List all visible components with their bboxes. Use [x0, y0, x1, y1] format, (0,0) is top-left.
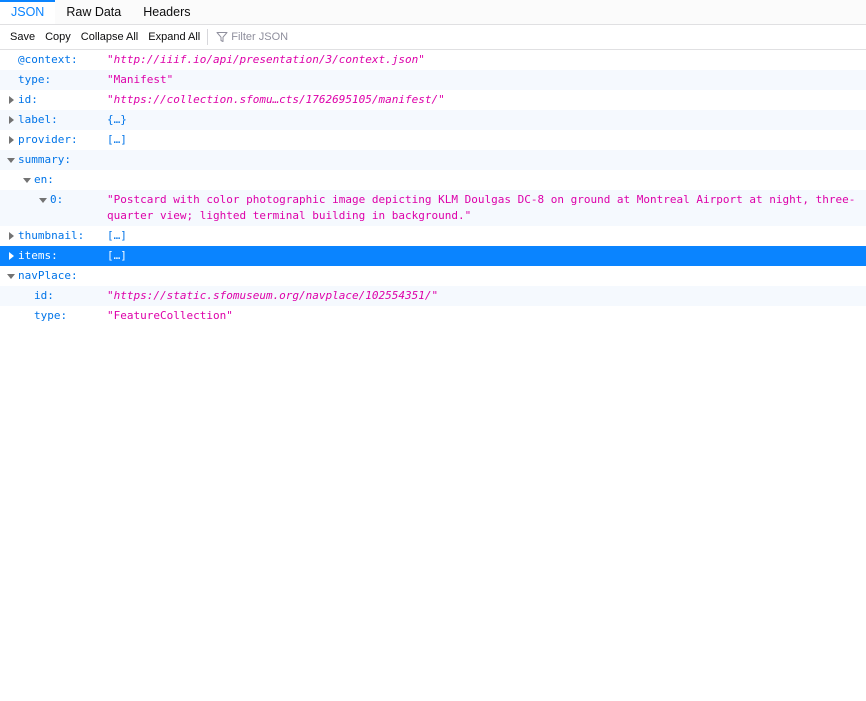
tree-value: "Manifest" [107, 73, 174, 86]
tree-key-cell: id: [0, 92, 107, 108]
tab-raw-data[interactable]: Raw Data [55, 0, 132, 24]
tree-value: {…} [107, 113, 127, 126]
tree-row[interactable]: en: [0, 170, 866, 190]
tree-row[interactable]: 0: "Postcard with color photographic imag… [0, 190, 866, 226]
tree-key: navPlace: [18, 269, 78, 282]
triangle-right-icon[interactable] [4, 248, 18, 264]
tree-key-cell: navPlace: [0, 268, 107, 284]
collapse-all-button[interactable]: Collapse All [76, 31, 143, 43]
tree-key-cell: summary: [0, 152, 107, 168]
tree-row[interactable]: @context: "http://iiif.io/api/presentatio… [0, 50, 866, 70]
filter-box[interactable] [212, 27, 866, 47]
triangle-down-icon[interactable] [4, 268, 18, 284]
tab-json[interactable]: JSON [0, 0, 56, 24]
tree-key-cell: type: [0, 308, 107, 324]
filter-json-input[interactable] [231, 31, 866, 43]
tree-row[interactable]: type: "FeatureCollection" [0, 306, 866, 326]
tree-key: id: [18, 93, 38, 106]
tree-row[interactable]: type: "Manifest" [0, 70, 866, 90]
tree-value: "https://static.sfomuseum.org/navplace/1… [107, 289, 439, 302]
tree-key-cell: @context: [0, 52, 107, 68]
triangle-down-icon[interactable] [4, 152, 18, 168]
tree-key: en: [34, 173, 54, 186]
tree-key: provider: [18, 133, 78, 146]
tree-row[interactable]: id: "https://collection.sfomu…cts/1762695… [0, 90, 866, 110]
tree-value: "https://collection.sfomu…cts/1762695105… [107, 93, 445, 106]
tree-row[interactable]: label: {…} [0, 110, 866, 130]
copy-button[interactable]: Copy [40, 31, 76, 43]
json-tree: @context: "http://iiif.io/api/presentatio… [0, 50, 866, 326]
triangle-right-icon[interactable] [4, 132, 18, 148]
tree-key-cell: 0: [0, 192, 107, 208]
expand-all-button[interactable]: Expand All [143, 31, 205, 43]
tab-headers[interactable]: Headers [132, 0, 201, 24]
tree-row[interactable]: summary: [0, 150, 866, 170]
triangle-right-icon[interactable] [4, 92, 18, 108]
tree-key: summary: [18, 153, 71, 166]
tree-value: […] [107, 229, 127, 242]
tree-value: "FeatureCollection" [107, 309, 233, 322]
tree-row[interactable]: items: […] [0, 246, 866, 266]
tree-row[interactable]: navPlace: [0, 266, 866, 286]
tree-row[interactable]: provider: […] [0, 130, 866, 150]
tree-key-cell: items: [0, 248, 107, 264]
tree-key: thumbnail: [18, 229, 85, 242]
tree-row[interactable]: id: "https://static.sfomuseum.org/navplac… [0, 286, 866, 306]
json-toolbar: Save Copy Collapse All Expand All [0, 25, 866, 50]
funnel-icon [216, 31, 228, 43]
tree-value: "Postcard with color photographic image … [107, 193, 856, 222]
tree-value: […] [107, 133, 127, 146]
tree-row[interactable]: thumbnail: […] [0, 226, 866, 246]
tree-key: type: [18, 73, 52, 86]
tree-key-cell: label: [0, 112, 107, 128]
tree-key-cell: id: [0, 288, 107, 304]
tree-key: items: [18, 249, 58, 262]
tree-key-cell: provider: [0, 132, 107, 148]
tree-key: id: [34, 289, 54, 302]
save-button[interactable]: Save [5, 31, 40, 43]
triangle-right-icon[interactable] [4, 112, 18, 128]
tree-key: 0: [50, 193, 64, 206]
tree-key: type: [34, 309, 68, 322]
tree-key-cell: en: [0, 172, 107, 188]
triangle-down-icon[interactable] [36, 192, 50, 208]
tree-key-cell: thumbnail: [0, 228, 107, 244]
viewer-tabbar: JSON Raw Data Headers [0, 0, 866, 25]
tree-value: "http://iiif.io/api/presentation/3/conte… [107, 53, 425, 66]
triangle-down-icon[interactable] [20, 172, 34, 188]
tree-key: label: [18, 113, 58, 126]
tree-key: @context: [18, 53, 78, 66]
triangle-right-icon[interactable] [4, 228, 18, 244]
toolbar-divider [207, 29, 209, 45]
tree-key-cell: type: [0, 72, 107, 88]
tree-value: […] [107, 249, 127, 262]
